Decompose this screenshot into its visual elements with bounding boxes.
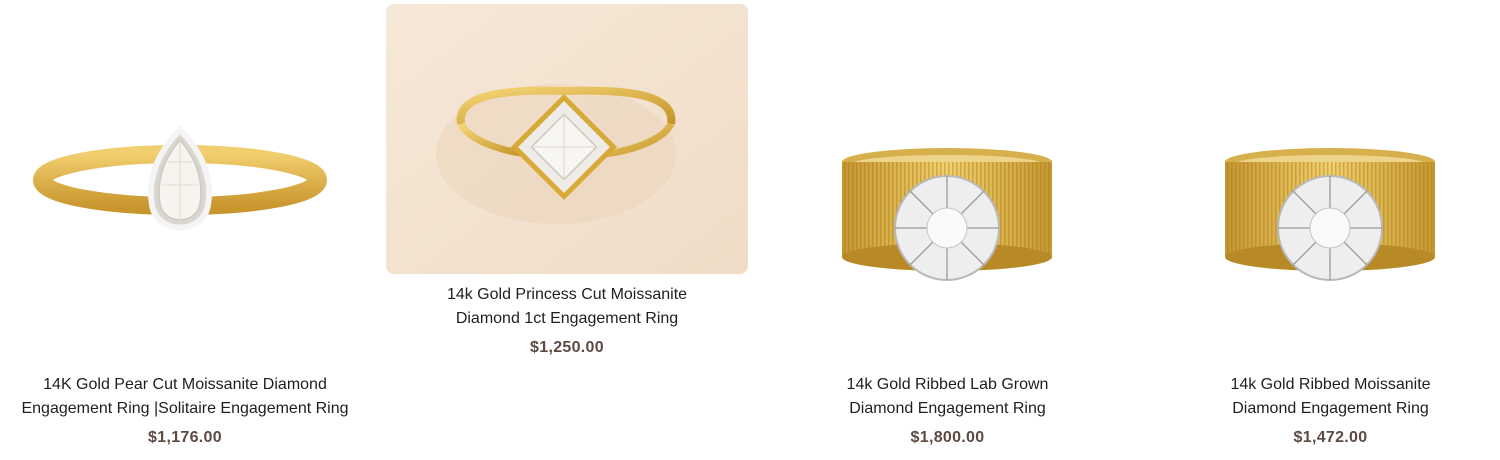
pear-ring-icon — [33, 125, 327, 231]
princess-ring-icon — [386, 4, 748, 274]
product-title[interactable]: 14k Gold Ribbed Lab Grown Diamond Engage… — [760, 373, 1135, 421]
product-image-princess-ring[interactable] — [386, 4, 748, 274]
product-card-princess[interactable]: 14k Gold Princess Cut Moissanite Diamond… — [386, 0, 748, 460]
product-card-ribbed-lab[interactable]: 14k Gold Ribbed Lab Grown Diamond Engage… — [760, 0, 1135, 460]
product-card-pear[interactable]: 14K Gold Pear Cut Moissanite Diamond Eng… — [0, 0, 370, 460]
ribbed-ring-icon — [1225, 148, 1435, 281]
product-title[interactable]: 14k Gold Princess Cut Moissanite Diamond… — [386, 283, 748, 331]
product-title[interactable]: 14k Gold Ribbed Moissanite Diamond Engag… — [1143, 373, 1500, 421]
product-title[interactable]: 14K Gold Pear Cut Moissanite Diamond Eng… — [0, 373, 370, 421]
product-image-ribbed-moissanite-ring[interactable] — [1215, 140, 1445, 290]
product-price: $1,250.00 — [530, 339, 604, 356]
product-price: $1,472.00 — [1293, 429, 1368, 446]
ribbed-ring-icon — [842, 148, 1052, 281]
product-price: $1,176.00 — [148, 429, 222, 446]
product-price: $1,800.00 — [910, 429, 985, 446]
product-card-ribbed-moissanite[interactable]: 14k Gold Ribbed Moissanite Diamond Engag… — [1143, 0, 1500, 460]
product-image-pear-ring[interactable] — [30, 110, 330, 270]
product-image-ribbed-lab-ring[interactable] — [832, 140, 1062, 290]
